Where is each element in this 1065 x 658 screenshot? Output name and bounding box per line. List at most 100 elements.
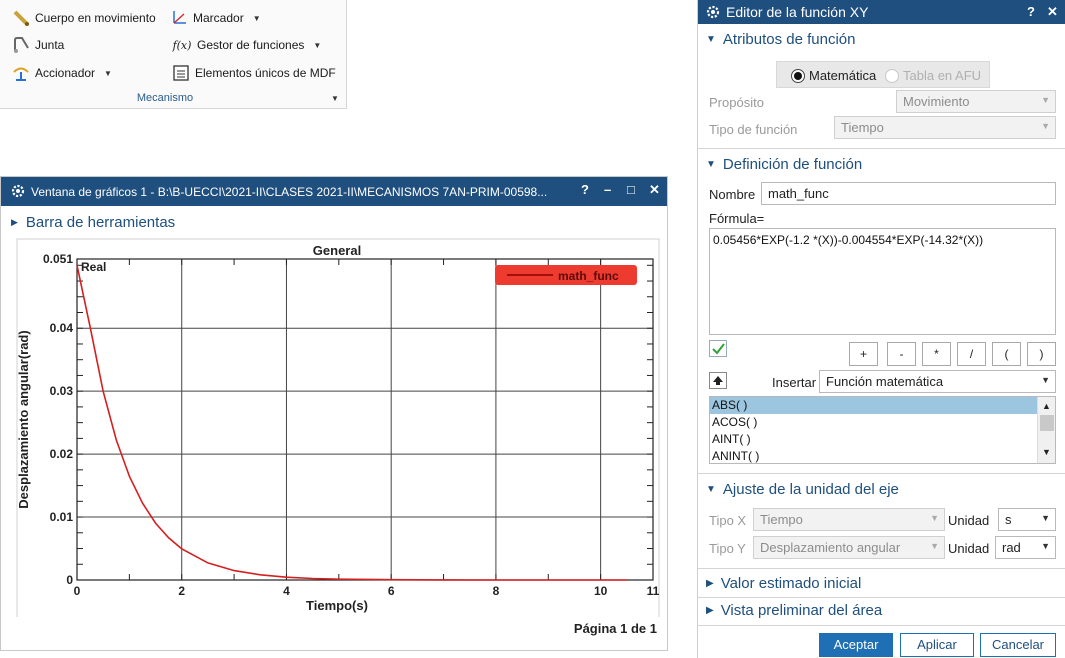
radio-math-label: Matemática xyxy=(809,68,877,83)
marker-label: Marcador xyxy=(193,11,244,25)
list-item[interactable]: ANINT( ) xyxy=(710,448,1055,463)
close-button[interactable]: ✕ xyxy=(649,182,660,198)
function-definition-label: Definición de función xyxy=(722,156,863,173)
insert-type-value: Función matemática xyxy=(826,374,944,389)
checkmark-icon xyxy=(712,343,725,355)
y-tick-label: 0.03 xyxy=(50,384,74,398)
function-type-label: Tipo de función xyxy=(709,122,798,137)
corner-label: Real xyxy=(81,260,106,274)
y-unit-value: rad xyxy=(1002,540,1021,555)
name-label: Nombre xyxy=(709,187,756,202)
operator-minus-button[interactable]: - xyxy=(887,342,916,366)
scrollbar[interactable]: ▲ ▼ xyxy=(1037,397,1055,463)
marker-button[interactable]: Marcador ▼ xyxy=(170,9,261,27)
purpose-label: Propósito xyxy=(709,95,764,110)
x-tick-label: 0 xyxy=(74,584,81,598)
cancel-button[interactable]: Cancelar xyxy=(980,633,1056,657)
ok-button[interactable]: Aceptar xyxy=(819,633,893,657)
toolbar-section-label: Barra de herramientas xyxy=(25,214,176,231)
dialog-titlebar[interactable]: Editor de la función XY ? ✕ xyxy=(698,0,1065,24)
chevron-down-icon: ▼ xyxy=(1041,513,1050,523)
mdf-elements-button[interactable]: Elementos únicos de MDF xyxy=(172,64,336,82)
function-type-select[interactable]: Tiempo ▼ xyxy=(834,116,1056,139)
joint-icon xyxy=(12,36,30,54)
chevron-down-icon[interactable]: ▼ xyxy=(253,14,261,23)
function-definition-section[interactable]: ▼ Definición de función xyxy=(706,156,862,173)
chevron-down-icon: ▼ xyxy=(706,34,716,45)
joint-button[interactable]: Junta xyxy=(12,36,64,54)
chevron-down-icon: ▼ xyxy=(1041,375,1050,385)
radio-afu-label: Tabla en AFU xyxy=(903,68,982,83)
toolbar-section-toggle[interactable]: ▶ Barra de herramientas xyxy=(11,214,175,231)
operator-multiply-button[interactable]: * xyxy=(922,342,951,366)
chevron-down-icon[interactable]: ▼ xyxy=(104,69,112,78)
list-item[interactable]: ABS( ) xyxy=(710,397,1055,414)
chevron-right-icon: ▶ xyxy=(706,578,714,589)
mdf-elements-icon xyxy=(172,64,190,82)
insert-type-select[interactable]: Función matemática ▼ xyxy=(819,370,1056,393)
motion-body-button[interactable]: Cuerpo en movimiento xyxy=(12,9,156,27)
y-tick-label: 0 xyxy=(66,573,73,587)
scroll-thumb[interactable] xyxy=(1040,415,1054,431)
scroll-up-icon[interactable]: ▲ xyxy=(1042,401,1051,411)
chevron-right-icon: ▶ xyxy=(706,605,714,616)
help-button[interactable]: ? xyxy=(1027,4,1035,19)
function-name-input[interactable]: math_func xyxy=(761,182,1056,205)
minimize-button[interactable]: – xyxy=(604,182,611,197)
apply-button[interactable]: Aplicar xyxy=(900,633,974,657)
formula-label: Fórmula= xyxy=(709,211,765,226)
list-item[interactable]: ACOS( ) xyxy=(710,414,1055,431)
insert-label: Insertar xyxy=(772,375,817,390)
chevron-down-icon: ▼ xyxy=(1041,95,1050,105)
x-tick-label: 4 xyxy=(283,584,290,598)
function-manager-label: Gestor de funciones xyxy=(197,38,305,52)
gear-icon[interactable] xyxy=(10,183,26,199)
x-unit-select[interactable]: s ▼ xyxy=(998,508,1056,531)
chevron-right-icon: ▶ xyxy=(11,217,18,227)
function-manager-button[interactable]: f(x) Gestor de funciones ▼ xyxy=(172,36,322,54)
legend-label: math_func xyxy=(558,269,619,283)
x-type-select[interactable]: Tiempo ▼ xyxy=(753,508,945,531)
validate-formula-button[interactable] xyxy=(709,340,727,357)
radio-math[interactable]: Matemática xyxy=(791,68,876,83)
scroll-down-icon[interactable]: ▼ xyxy=(1042,447,1051,457)
area-preview-section[interactable]: ▶ Vista preliminar del área xyxy=(706,602,882,619)
y-unit-label: Unidad xyxy=(948,541,990,556)
gear-icon[interactable] xyxy=(705,4,721,20)
divider xyxy=(698,148,1065,149)
y-unit-select[interactable]: rad ▼ xyxy=(995,536,1056,559)
y-tick-label: 0.051 xyxy=(43,252,73,266)
chevron-down-icon[interactable]: ▼ xyxy=(331,94,339,103)
function-manager-icon: f(x) xyxy=(172,38,192,52)
axis-unit-section[interactable]: ▼ Ajuste de la unidad del eje xyxy=(706,481,899,498)
x-axis-label: Tiempo(s) xyxy=(306,598,368,613)
operator-close-paren-button[interactable]: ) xyxy=(1027,342,1056,366)
purpose-select[interactable]: Movimiento ▼ xyxy=(896,90,1056,113)
close-button[interactable]: ✕ xyxy=(1047,4,1058,20)
chevron-down-icon: ▼ xyxy=(930,513,939,523)
graph-window: Ventana de gráficos 1 - B:\B-UECCI\2021-… xyxy=(0,176,668,651)
initial-guess-label: Valor estimado inicial xyxy=(720,575,862,592)
radio-afu-table[interactable]: Tabla en AFU xyxy=(885,68,981,83)
operator-plus-button[interactable]: + xyxy=(849,342,878,366)
y-type-select[interactable]: Desplazamiento angular ▼ xyxy=(753,536,945,559)
divider xyxy=(698,568,1065,569)
marker-icon xyxy=(170,9,188,27)
operator-divide-button[interactable]: / xyxy=(957,342,986,366)
y-tick-label: 0.04 xyxy=(50,321,74,335)
operator-open-paren-button[interactable]: ( xyxy=(992,342,1021,366)
chevron-down-icon[interactable]: ▼ xyxy=(313,41,321,50)
list-item[interactable]: AINT( ) xyxy=(710,431,1055,448)
math-function-list[interactable]: ABS( ) ACOS( ) AINT( ) ANINT( ) ▲ ▼ xyxy=(709,396,1056,464)
joint-label: Junta xyxy=(35,38,65,52)
insert-up-button[interactable] xyxy=(709,372,727,389)
help-button[interactable]: ? xyxy=(581,182,589,197)
mechanism-ribbon-group: Cuerpo en movimiento Marcador ▼ Junta f(… xyxy=(0,0,347,109)
actuator-button[interactable]: Accionador ▼ xyxy=(12,64,112,82)
formula-textarea[interactable]: 0.05456*EXP(-1.2 *(X))-0.004554*EXP(-14.… xyxy=(709,228,1056,335)
graph-window-titlebar[interactable]: Ventana de gráficos 1 - B:\B-UECCI\2021-… xyxy=(1,177,667,206)
mdf-elements-label: Elementos únicos de MDF xyxy=(195,66,336,80)
function-attributes-section[interactable]: ▼ Atributos de función xyxy=(706,31,856,48)
initial-guess-section[interactable]: ▶ Valor estimado inicial xyxy=(706,575,861,592)
maximize-button[interactable]: □ xyxy=(627,182,635,197)
